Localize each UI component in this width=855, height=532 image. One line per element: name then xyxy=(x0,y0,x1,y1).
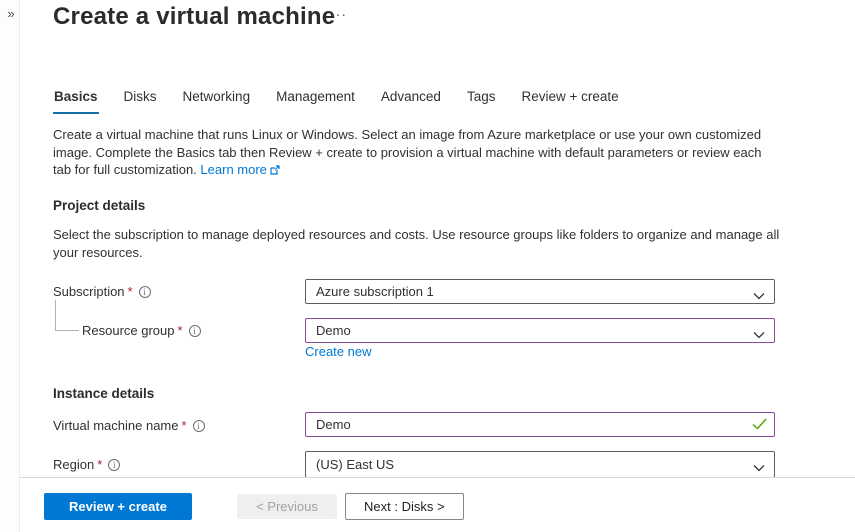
vm-name-input[interactable] xyxy=(305,412,775,437)
region-dropdown[interactable]: (US) East US xyxy=(305,451,775,478)
subscription-dropdown[interactable]: Azure subscription 1 xyxy=(305,279,775,304)
tab-tags[interactable]: Tags xyxy=(466,87,497,114)
expand-sidebar-icon[interactable]: » xyxy=(3,6,19,22)
region-label: Region* xyxy=(53,457,120,472)
chevron-down-icon xyxy=(753,460,765,475)
wizard-footer: Review + create < Previous Next : Disks … xyxy=(20,477,855,532)
chevron-down-icon xyxy=(753,327,765,342)
project-details-heading: Project details xyxy=(53,198,145,213)
previous-button[interactable]: < Previous xyxy=(237,494,337,519)
required-asterisk: * xyxy=(182,418,187,433)
collapsed-sidebar-rail: » xyxy=(0,0,20,532)
resource-group-value: Demo xyxy=(316,323,351,338)
learn-more-link[interactable]: Learn more xyxy=(200,162,279,177)
required-asterisk: * xyxy=(178,323,183,338)
tab-management[interactable]: Management xyxy=(275,87,356,114)
tab-disks[interactable]: Disks xyxy=(123,87,158,114)
tab-networking[interactable]: Networking xyxy=(182,87,252,114)
next-disks-button[interactable]: Next : Disks > xyxy=(345,493,464,520)
subscription-value: Azure subscription 1 xyxy=(316,284,434,299)
external-link-icon xyxy=(270,162,280,180)
info-icon[interactable] xyxy=(139,286,151,298)
region-value: (US) East US xyxy=(316,457,394,472)
review-create-button[interactable]: Review + create xyxy=(44,493,192,520)
blade-description-text: Create a virtual machine that runs Linux… xyxy=(53,127,762,177)
vm-name-label: Virtual machine name* xyxy=(53,418,205,433)
tab-basics[interactable]: Basics xyxy=(53,87,99,114)
info-icon[interactable] xyxy=(108,459,120,471)
create-new-resource-group-link[interactable]: Create new xyxy=(305,344,371,359)
info-icon[interactable] xyxy=(193,420,205,432)
required-asterisk: * xyxy=(128,284,133,299)
field-tree-connector xyxy=(55,300,79,331)
tab-advanced[interactable]: Advanced xyxy=(380,87,442,114)
chevron-down-icon xyxy=(753,288,765,303)
subscription-label: Subscription* xyxy=(53,284,151,299)
info-icon[interactable] xyxy=(189,325,201,337)
wizard-tabs: Basics Disks Networking Management Advan… xyxy=(53,87,620,114)
more-options-icon[interactable]: ··· xyxy=(330,6,347,22)
resource-group-label: Resource group* xyxy=(82,323,201,338)
instance-details-heading: Instance details xyxy=(53,386,154,401)
tab-review-create[interactable]: Review + create xyxy=(520,87,619,114)
project-details-description: Select the subscription to manage deploy… xyxy=(53,226,783,261)
required-asterisk: * xyxy=(97,457,102,472)
blade-description: Create a virtual machine that runs Linux… xyxy=(53,126,781,180)
valid-check-icon xyxy=(752,417,767,435)
create-vm-blade: » Create a virtual machine ··· Basics Di… xyxy=(0,0,855,532)
resource-group-dropdown[interactable]: Demo xyxy=(305,318,775,343)
page-title: Create a virtual machine xyxy=(53,3,335,31)
